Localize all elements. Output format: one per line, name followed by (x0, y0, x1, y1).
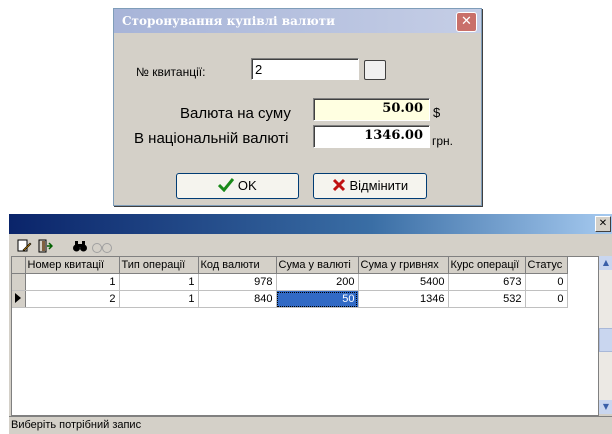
x-icon (332, 178, 345, 192)
amount-field[interactable]: 50.00 (313, 98, 430, 121)
scroll-thumb[interactable] (599, 328, 612, 352)
table-cell[interactable]: 5400 (358, 273, 449, 291)
receipt-number-value: 2 (255, 62, 263, 77)
table-cell[interactable]: 673 (448, 273, 526, 291)
table-cell[interactable]: 1 (25, 273, 120, 291)
dialog-close-button[interactable]: ✕ (456, 12, 477, 32)
table-cell[interactable]: 1 (119, 290, 199, 308)
table-cell[interactable]: 532 (448, 290, 526, 308)
scroll-down-icon[interactable]: ▼ (599, 400, 612, 414)
receipt-label: № квитанції: (136, 65, 206, 79)
binoculars-icon[interactable] (71, 238, 89, 254)
triangle-right-icon (15, 292, 22, 303)
amount-label: Валюта на суму (180, 105, 291, 122)
row-indicator-header (12, 257, 26, 274)
column-header[interactable]: Сума у гривнях (358, 257, 449, 274)
records-table: Номер квитації Тип операції Код валюти С… (12, 257, 568, 308)
table-cell[interactable]: 1 (119, 273, 199, 291)
row-indicator[interactable] (12, 273, 26, 291)
table-cell[interactable]: 1346 (358, 290, 449, 308)
status-bar: Виберіть потрібний запис (9, 416, 612, 433)
records-window: ✕ Номер квитації Тип операції Код валюти… (8, 213, 612, 434)
checkmark-icon (218, 178, 235, 193)
scroll-up-icon[interactable]: ▲ (599, 256, 612, 270)
amount-unit: $ (433, 105, 441, 120)
ok-label: OK (237, 178, 257, 193)
selected-cell[interactable]: 50 (276, 290, 359, 308)
table-row[interactable]: 2 1 840 50 1346 532 0 (12, 290, 568, 308)
records-window-titlebar: ✕ (9, 214, 612, 234)
reversal-dialog: Сторонування купівлі валюти ✕ № квитанці… (113, 8, 482, 206)
dialog-title: Сторонування купівлі валюти (114, 9, 481, 33)
national-amount-field[interactable]: 1346.00 (313, 125, 430, 148)
column-header[interactable]: Код валюти (198, 257, 277, 274)
national-unit: грн. (432, 134, 454, 148)
vertical-scrollbar[interactable]: ▲ ▼ (599, 256, 612, 414)
records-close-button[interactable]: ✕ (595, 216, 611, 232)
lookup-button[interactable] (364, 60, 386, 80)
table-cell[interactable]: 978 (198, 273, 277, 291)
cancel-label: Відмінити (349, 178, 409, 193)
column-header[interactable]: Тип операції (119, 257, 199, 274)
table-cell[interactable]: 200 (276, 273, 359, 291)
table-cell[interactable]: 840 (198, 290, 277, 308)
column-header[interactable]: Номер квитації (25, 257, 120, 274)
edit-icon[interactable] (15, 238, 33, 254)
cancel-button[interactable]: Відмінити (313, 173, 427, 199)
ok-button[interactable]: OK (176, 173, 299, 199)
header-row: Номер квитації Тип операції Код валюти С… (12, 257, 568, 274)
table-cell[interactable]: 0 (525, 290, 568, 308)
national-label: В національній валюті (134, 130, 289, 147)
column-header[interactable]: Статус (525, 257, 568, 274)
receipt-number-field[interactable]: 2 (251, 58, 359, 80)
column-header[interactable]: Сума у валюті (276, 257, 359, 274)
table-cell[interactable]: 2 (25, 290, 120, 308)
records-grid[interactable]: Номер квитації Тип операції Код валюти С… (11, 256, 599, 416)
table-cell[interactable]: 0 (525, 273, 568, 291)
current-row-indicator[interactable] (12, 290, 26, 308)
amount-value: 50.00 (382, 101, 423, 116)
records-toolbar (9, 236, 612, 256)
national-amount-value: 1346.00 (364, 128, 423, 143)
glasses-icon[interactable] (91, 238, 113, 254)
table-row[interactable]: 1 1 978 200 5400 673 0 (12, 273, 568, 291)
exit-icon[interactable] (36, 238, 54, 254)
column-header[interactable]: Курс операції (448, 257, 526, 274)
